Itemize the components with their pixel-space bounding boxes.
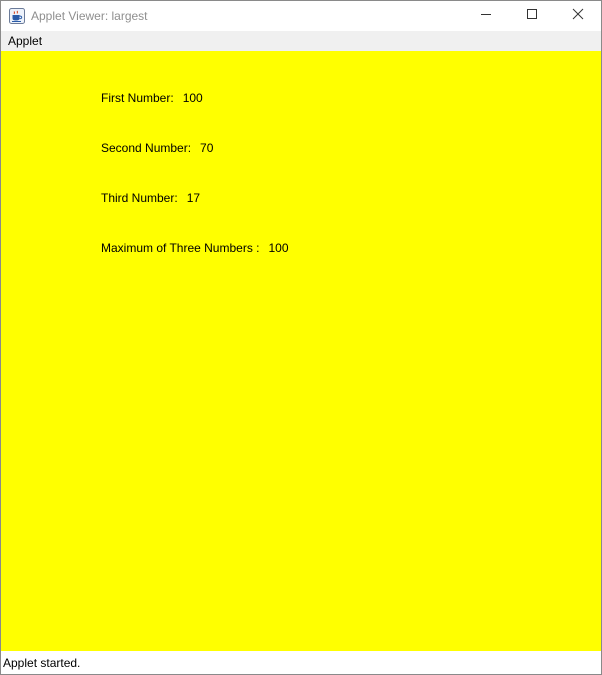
maximize-button[interactable]	[509, 1, 555, 31]
first-number-label: First Number:	[101, 91, 174, 105]
minimize-icon	[480, 7, 492, 25]
second-number-label: Second Number:	[101, 141, 192, 155]
second-number-line: Second Number: 70	[101, 141, 213, 155]
maximize-icon	[526, 7, 538, 25]
applet-viewer-window: Applet Viewer: largest Applet First Numb…	[0, 0, 602, 675]
first-number-line: First Number: 100	[101, 91, 203, 105]
third-number-line: Third Number: 17	[101, 191, 200, 205]
third-number-value: 17	[186, 191, 201, 205]
java-coffee-cup-icon	[9, 8, 25, 24]
title-bar[interactable]: Applet Viewer: largest	[1, 1, 601, 31]
close-icon	[572, 7, 584, 25]
minimize-button[interactable]	[463, 1, 509, 31]
applet-canvas: First Number: 100 Second Number: 70 Third …	[1, 51, 601, 651]
status-bar: Applet started.	[1, 651, 601, 674]
second-number-value: 70	[200, 141, 214, 155]
maximum-line: Maximum of Three Numbers : 100	[101, 241, 289, 255]
third-number-label: Third Number:	[101, 191, 178, 205]
maximum-label: Maximum of Three Numbers :	[101, 241, 260, 255]
window-title: Applet Viewer: largest	[31, 9, 148, 23]
menu-bar: Applet	[1, 31, 601, 51]
menu-applet[interactable]: Applet	[4, 31, 46, 51]
close-button[interactable]	[555, 1, 601, 31]
first-number-value: 100	[182, 91, 203, 105]
maximum-value: 100	[268, 241, 289, 255]
status-text: Applet started.	[3, 656, 81, 670]
